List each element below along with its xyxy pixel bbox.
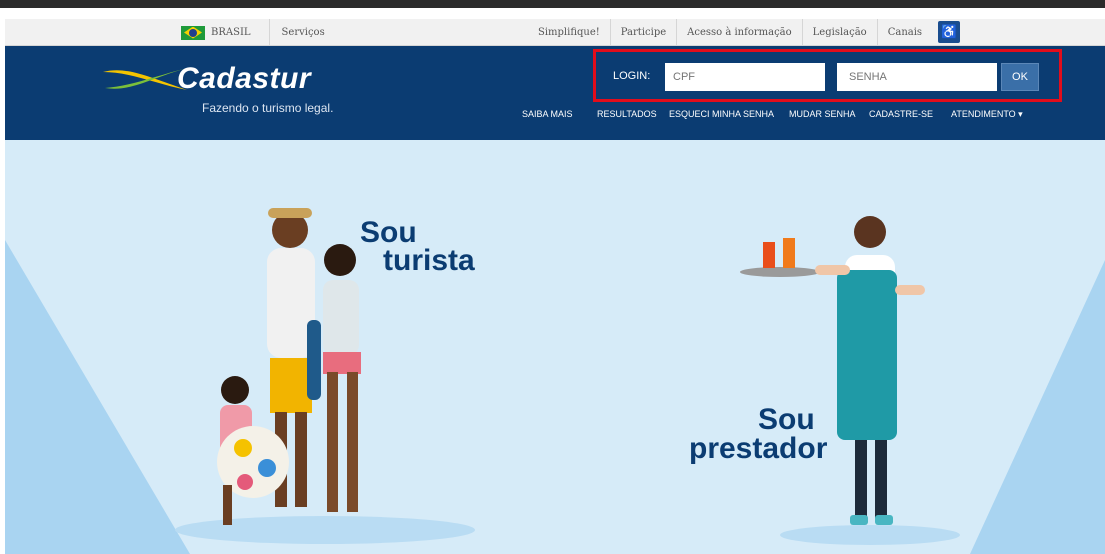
brazil-flag-icon [181,25,205,40]
nav-atendimento[interactable]: ATENDIMENTO ▾ [951,109,1023,121]
nav-resultados[interactable]: RESULTADOS [597,109,657,121]
legislacao-link[interactable]: Legislação [801,19,877,46]
simplifique-link[interactable]: Simplifique! [528,19,610,46]
sou-turista-line2[interactable]: turista [383,246,475,276]
logo-tagline: Fazendo o turismo legal. [202,101,334,115]
accessibility-icon[interactable]: ♿ [938,21,961,43]
gov-divider [268,19,270,46]
services-link[interactable]: Serviços [282,27,325,38]
cadastur-logo-icon [103,68,187,90]
country-link[interactable]: BRASIL [211,27,251,38]
nav-saiba-mais[interactable]: SAIBA MAIS [522,109,573,121]
senha-input[interactable] [837,63,997,91]
acesso-informacao-link[interactable]: Acesso à informação [676,19,802,46]
nav-cadastre-se[interactable]: CADASTRE-SE [869,109,933,121]
nav-mudar-senha[interactable]: MUDAR SENHA [789,109,856,121]
hero-section: Sou turista Sou prestador [5,140,1105,554]
canais-link[interactable]: Canais [876,19,932,46]
cpf-input[interactable] [665,63,825,91]
logo-text[interactable]: Cadastur [177,62,311,96]
login-label: LOGIN: [613,70,651,82]
sou-prestador-line1[interactable]: Sou [758,405,815,435]
browser-top-strip [0,0,1105,8]
gov-bar: BRASIL Serviços Simplifique! Participe A… [5,19,1105,46]
site-header: Cadastur Fazendo o turismo legal. LOGIN:… [5,46,1105,140]
gov-bar-left: BRASIL Serviços [181,19,325,46]
service-provider-image[interactable] [735,210,955,535]
nav-esqueci-senha[interactable]: ESQUECI MINHA SENHA [669,109,774,121]
participe-link[interactable]: Participe [609,19,676,46]
sou-prestador-line2[interactable]: prestador [689,434,827,464]
gov-bar-links: Simplifique! Participe Acesso à informaç… [528,19,961,46]
ok-button[interactable]: OK [1001,63,1039,91]
